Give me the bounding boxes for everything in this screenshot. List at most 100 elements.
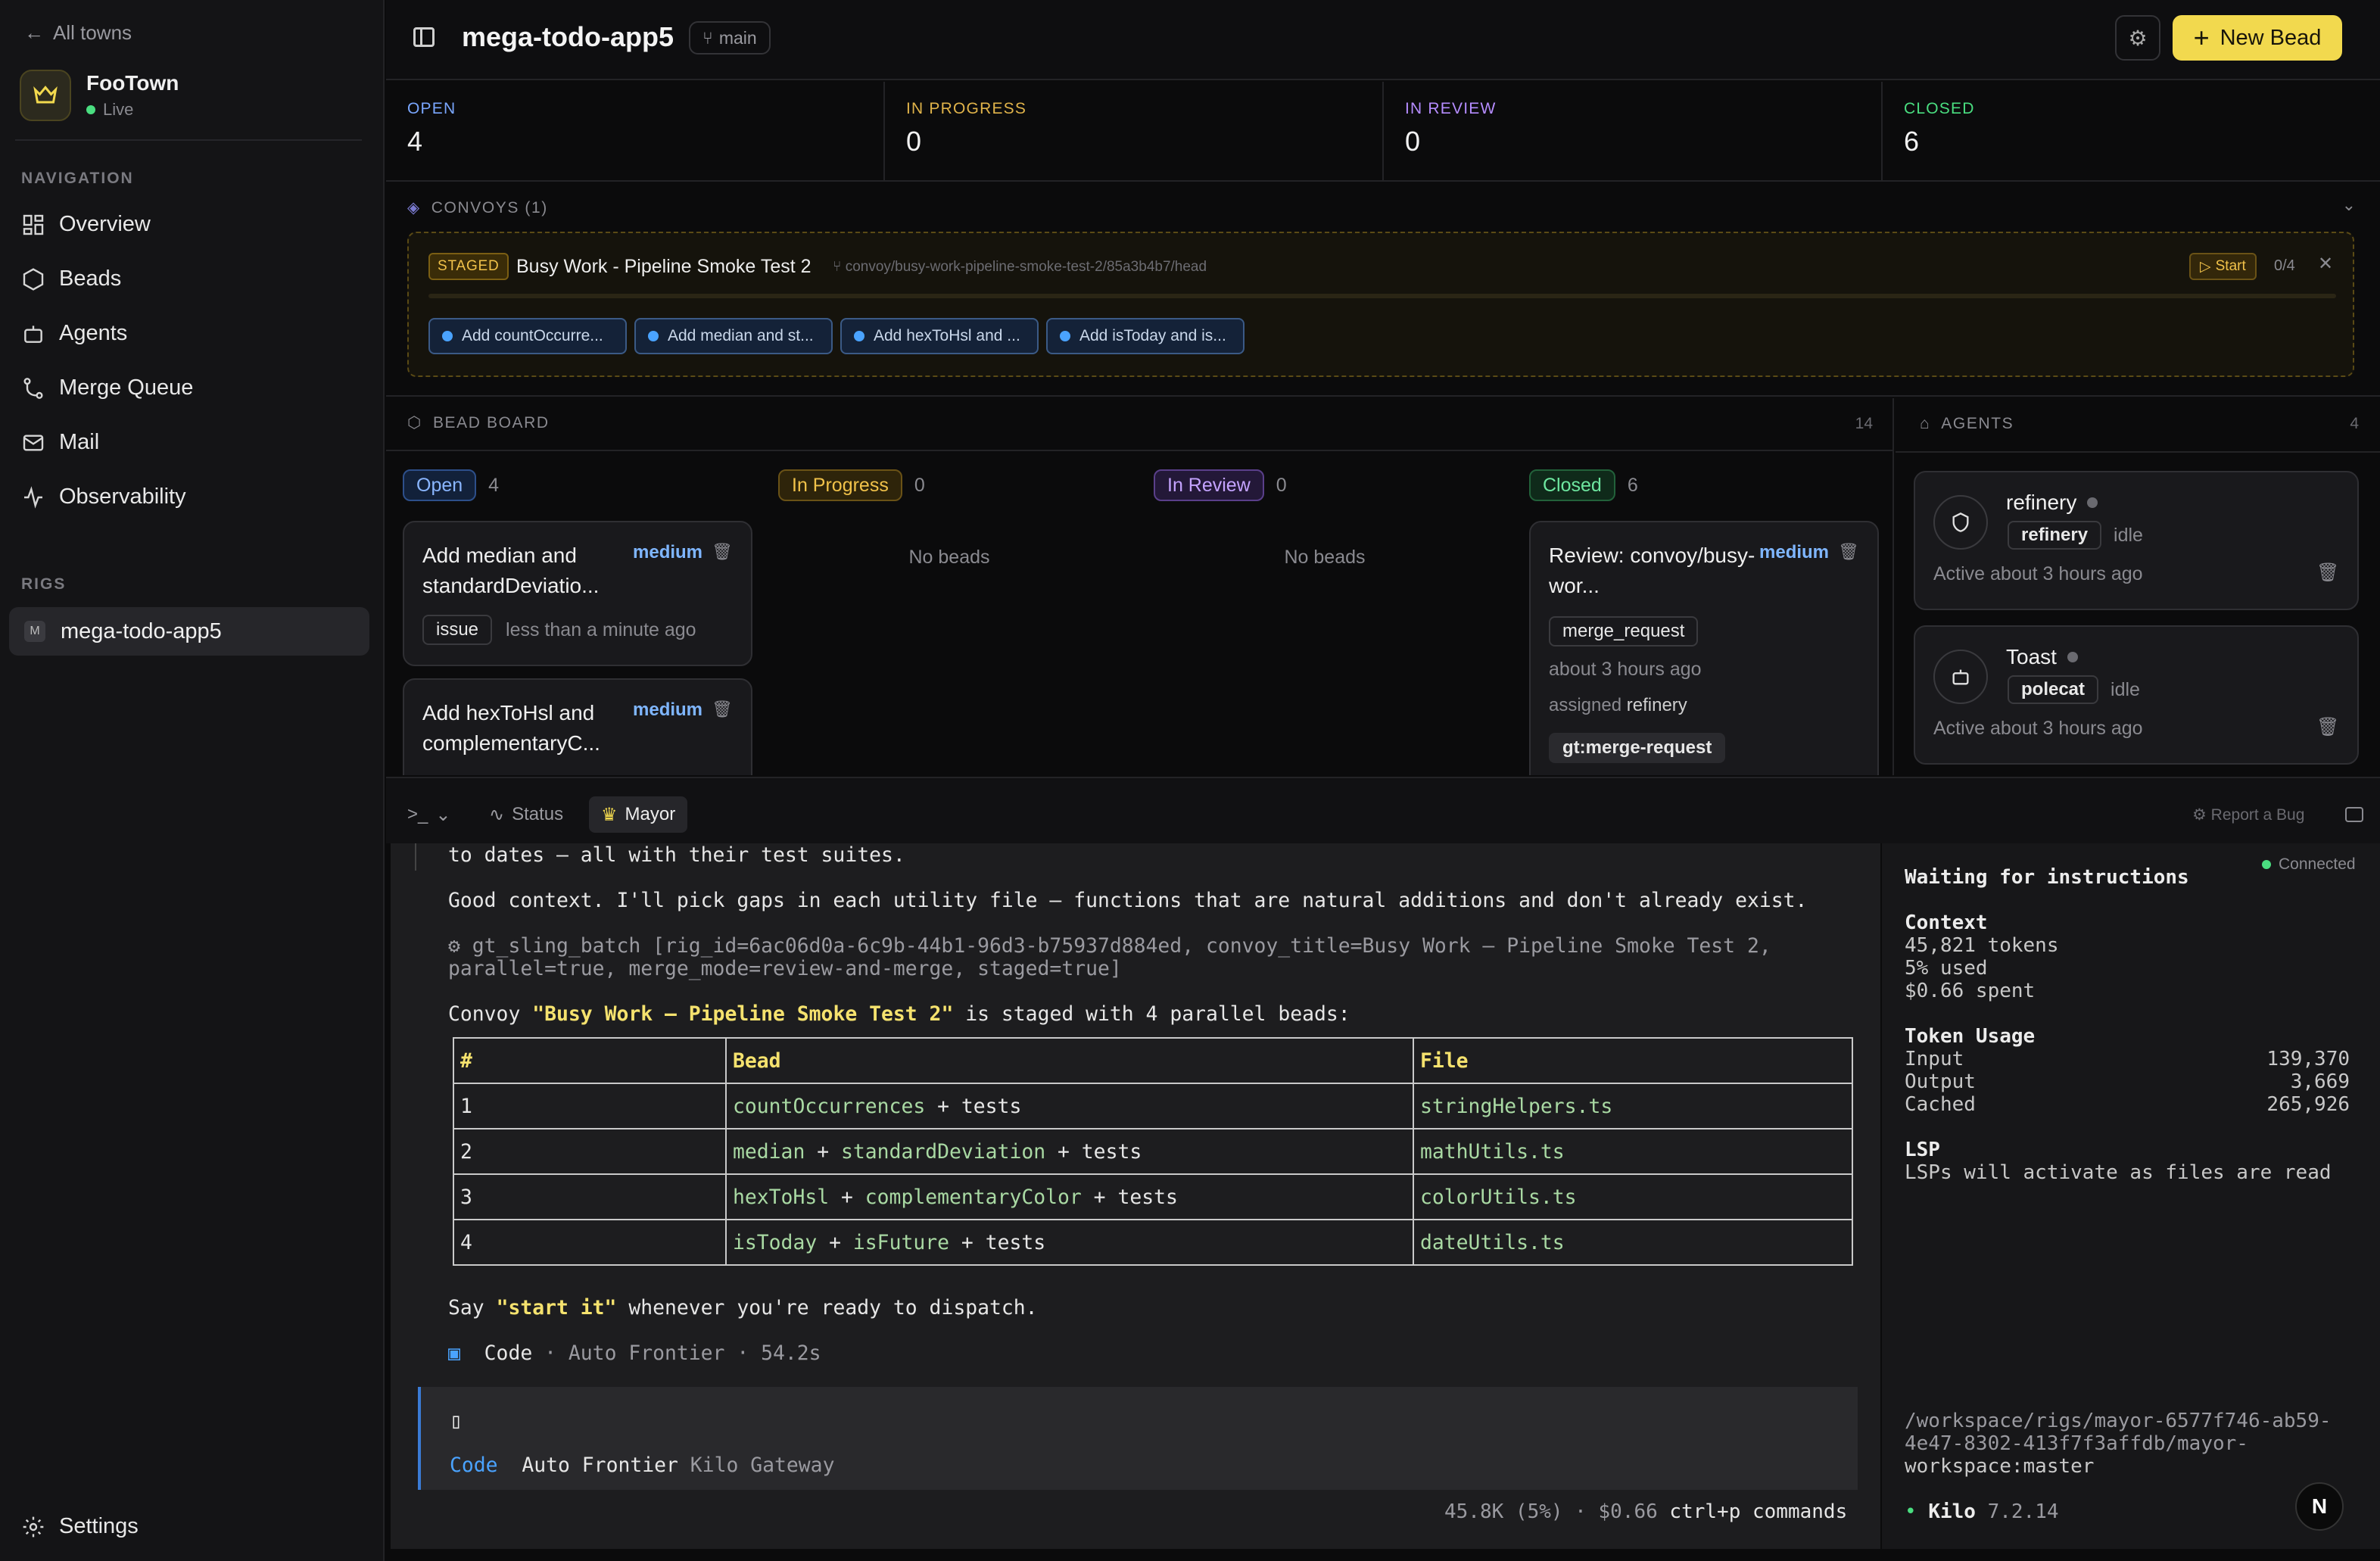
bot-icon [24,325,42,343]
bot-icon [1933,650,1988,704]
token-usage-title: Token Usage [1905,1025,2036,1048]
agent-card[interactable]: refinery refinery idle Active about 3 hou… [1914,471,2359,610]
agent-role-tag: polecat [2008,675,2099,704]
toggle-sidebar-icon[interactable] [413,27,435,47]
convoy-title: Busy Work - Pipeline Smoke Test 2 [516,256,812,277]
stat-closed[interactable]: CLOSED 6 [1883,82,2380,180]
mail-icon [23,434,44,451]
priority-label: medium [633,699,703,720]
rigs-section-title: RIGS [21,575,67,593]
empty-state: No beads [908,547,990,568]
sidebar-item-beads[interactable]: Beads [21,266,121,291]
sidebar-item-merge-queue[interactable]: Merge Queue [21,375,193,400]
activity-icon: ∿ [489,804,505,825]
convoys-section: ◈ CONVOYS (1) ⌄ STAGED Busy Work - Pipel… [386,183,2380,397]
stats-bar: OPEN 4 IN PROGRESS 0 IN REVIEW 0 CLOSED 6 [386,82,2380,182]
play-icon: ▷ [2200,258,2211,275]
town-name: FooTown [86,71,179,95]
all-towns-link[interactable]: ← All towns [24,21,132,45]
session-info-panel: Connected Waiting for instructions Conte… [1882,843,2380,1549]
chevron-down-icon: ⌄ [435,804,451,825]
bot-icon: ⌂ [1920,415,1931,432]
sidebar-item-observability[interactable]: Observability [21,485,186,509]
session-status: Waiting for instructions [1905,866,2189,889]
kilo-version: • Kilo 7.2.14 [1905,1500,2059,1523]
settings-button[interactable]: ⚙ [2115,15,2160,61]
trash-icon[interactable]: 🗑 [712,542,733,562]
panel-toggle-icon[interactable] [2345,807,2363,822]
sidebar-item-mail[interactable]: Mail [21,430,99,455]
avatar[interactable]: N [2295,1482,2344,1531]
bead-card[interactable]: Add median and standardDeviatio... mediu… [403,521,752,666]
table-row: 1 countOccurrences + tests stringHelpers… [453,1083,1853,1129]
new-bead-button[interactable]: + New Bead [2173,15,2342,61]
empty-state: No beads [1284,547,1366,568]
sidebar-item-settings[interactable]: Settings [21,1514,139,1539]
sidebar-item-overview[interactable]: Overview [21,212,151,237]
square-icon: ▣ [448,1341,460,1365]
terminal-output[interactable]: to dates — all with their test suites. G… [391,843,1880,1549]
convoy-progress-count: 0/4 [2274,257,2295,274]
close-icon[interactable]: ✕ [2318,253,2333,275]
chevron-down-icon[interactable]: ⌄ [2342,195,2356,215]
beads-table: # Bead File 1 countOccurrences + tests s… [453,1037,1853,1266]
trash-icon[interactable]: 🗑 [712,699,733,719]
status-dot [442,331,453,341]
town-header[interactable]: FooTown Live [20,70,179,121]
tab-mayor[interactable]: ♛ Mayor [589,796,688,833]
stat-in-progress[interactable]: IN PROGRESS 0 [885,82,1384,180]
column-label: Open [403,469,477,501]
bead-board-count: 14 [1855,415,1873,432]
convoy-bead-chip[interactable]: Add countOccurre... [428,318,627,354]
column-label: In Review [1154,469,1264,501]
convoys-title[interactable]: ◈ CONVOYS (1) [407,198,548,217]
convoy-path: ⑂ convoy/busy-work-pipeline-smoke-test-2… [833,259,1207,275]
column-open: Open 4 Add median and standardDeviatio...… [386,451,762,775]
grid-icon [23,214,44,235]
arrow-left-icon: ← [24,21,44,44]
agent-card[interactable]: Toast polecat idle Active about 3 hours a… [1914,625,2359,765]
agent-last-active: Active about 3 hours ago [1933,718,2143,739]
convoy-card[interactable]: STAGED Busy Work - Pipeline Smoke Test 2… [407,232,2354,377]
sidebar-item-agents[interactable]: Agents [21,321,127,346]
lsp-title: LSP [1905,1139,1940,1161]
context-title: Context [1905,911,1988,934]
nav-section-title: NAVIGATION [21,170,134,187]
terminal-menu-button[interactable]: >_ ⌄ [395,796,463,833]
convoy-bead-chip[interactable]: Add isToday and is... [1046,318,1245,354]
stat-in-review[interactable]: IN REVIEW 0 [1384,82,1883,180]
stat-open[interactable]: OPEN 4 [386,82,885,180]
sidebar: ← All towns FooTown Live NAVIGATION Over… [0,0,385,1561]
bead-card[interactable]: Review: convoy/busy-wor... medium 🗑 merg… [1529,521,1879,775]
hexagon-icon [23,267,44,291]
status-dot [2067,652,2078,662]
connected-dot [2262,860,2271,869]
trash-icon[interactable]: 🗑 [2316,562,2339,584]
column-in-review: In Review 0 No beads [1137,451,1512,775]
prompt-input[interactable]: ▯ Code Auto Frontier Kilo Gateway [418,1387,1858,1490]
report-bug-button[interactable]: ⚙ Report a Bug [2192,805,2304,824]
convoy-bead-chip[interactable]: Add median and st... [634,318,833,354]
convoy-start-button[interactable]: ▷ Start [2189,253,2257,280]
convoy-bead-chip[interactable]: Add hexToHsl and ... [840,318,1039,354]
divider [1896,451,2380,453]
trash-icon[interactable]: 🗑 [2316,716,2339,738]
bead-type-tag: issue [422,615,493,645]
prompt-mode-line[interactable]: Code Auto Frontier Kilo Gateway [450,1454,834,1477]
bead-card[interactable]: Add hexToHsl and complementaryC... mediu… [403,678,752,775]
trash-icon[interactable]: 🗑 [1838,542,1859,562]
agents-count: 4 [2350,415,2359,432]
bead-label-tag: gt:merge-request [1549,733,1726,763]
agent-last-active: Active about 3 hours ago [1933,563,2143,584]
sidebar-item-rig[interactable]: M mega-todo-app5 [9,607,369,656]
sidebar-divider [15,139,362,141]
agent-state: idle [2111,678,2140,700]
tab-status[interactable]: ∿ Status [477,796,575,833]
output-line: to dates — all with their test suites. [448,843,905,867]
rig-badge: M [24,621,45,642]
bug-icon: ⚙ [2192,806,2207,824]
status-dot [1060,331,1070,341]
token-status: 45.8K (5%) · $0.66 ctrl+p commands [1444,1500,1848,1523]
connection-status: Connected [2262,855,2356,874]
gear-icon [23,1516,44,1537]
